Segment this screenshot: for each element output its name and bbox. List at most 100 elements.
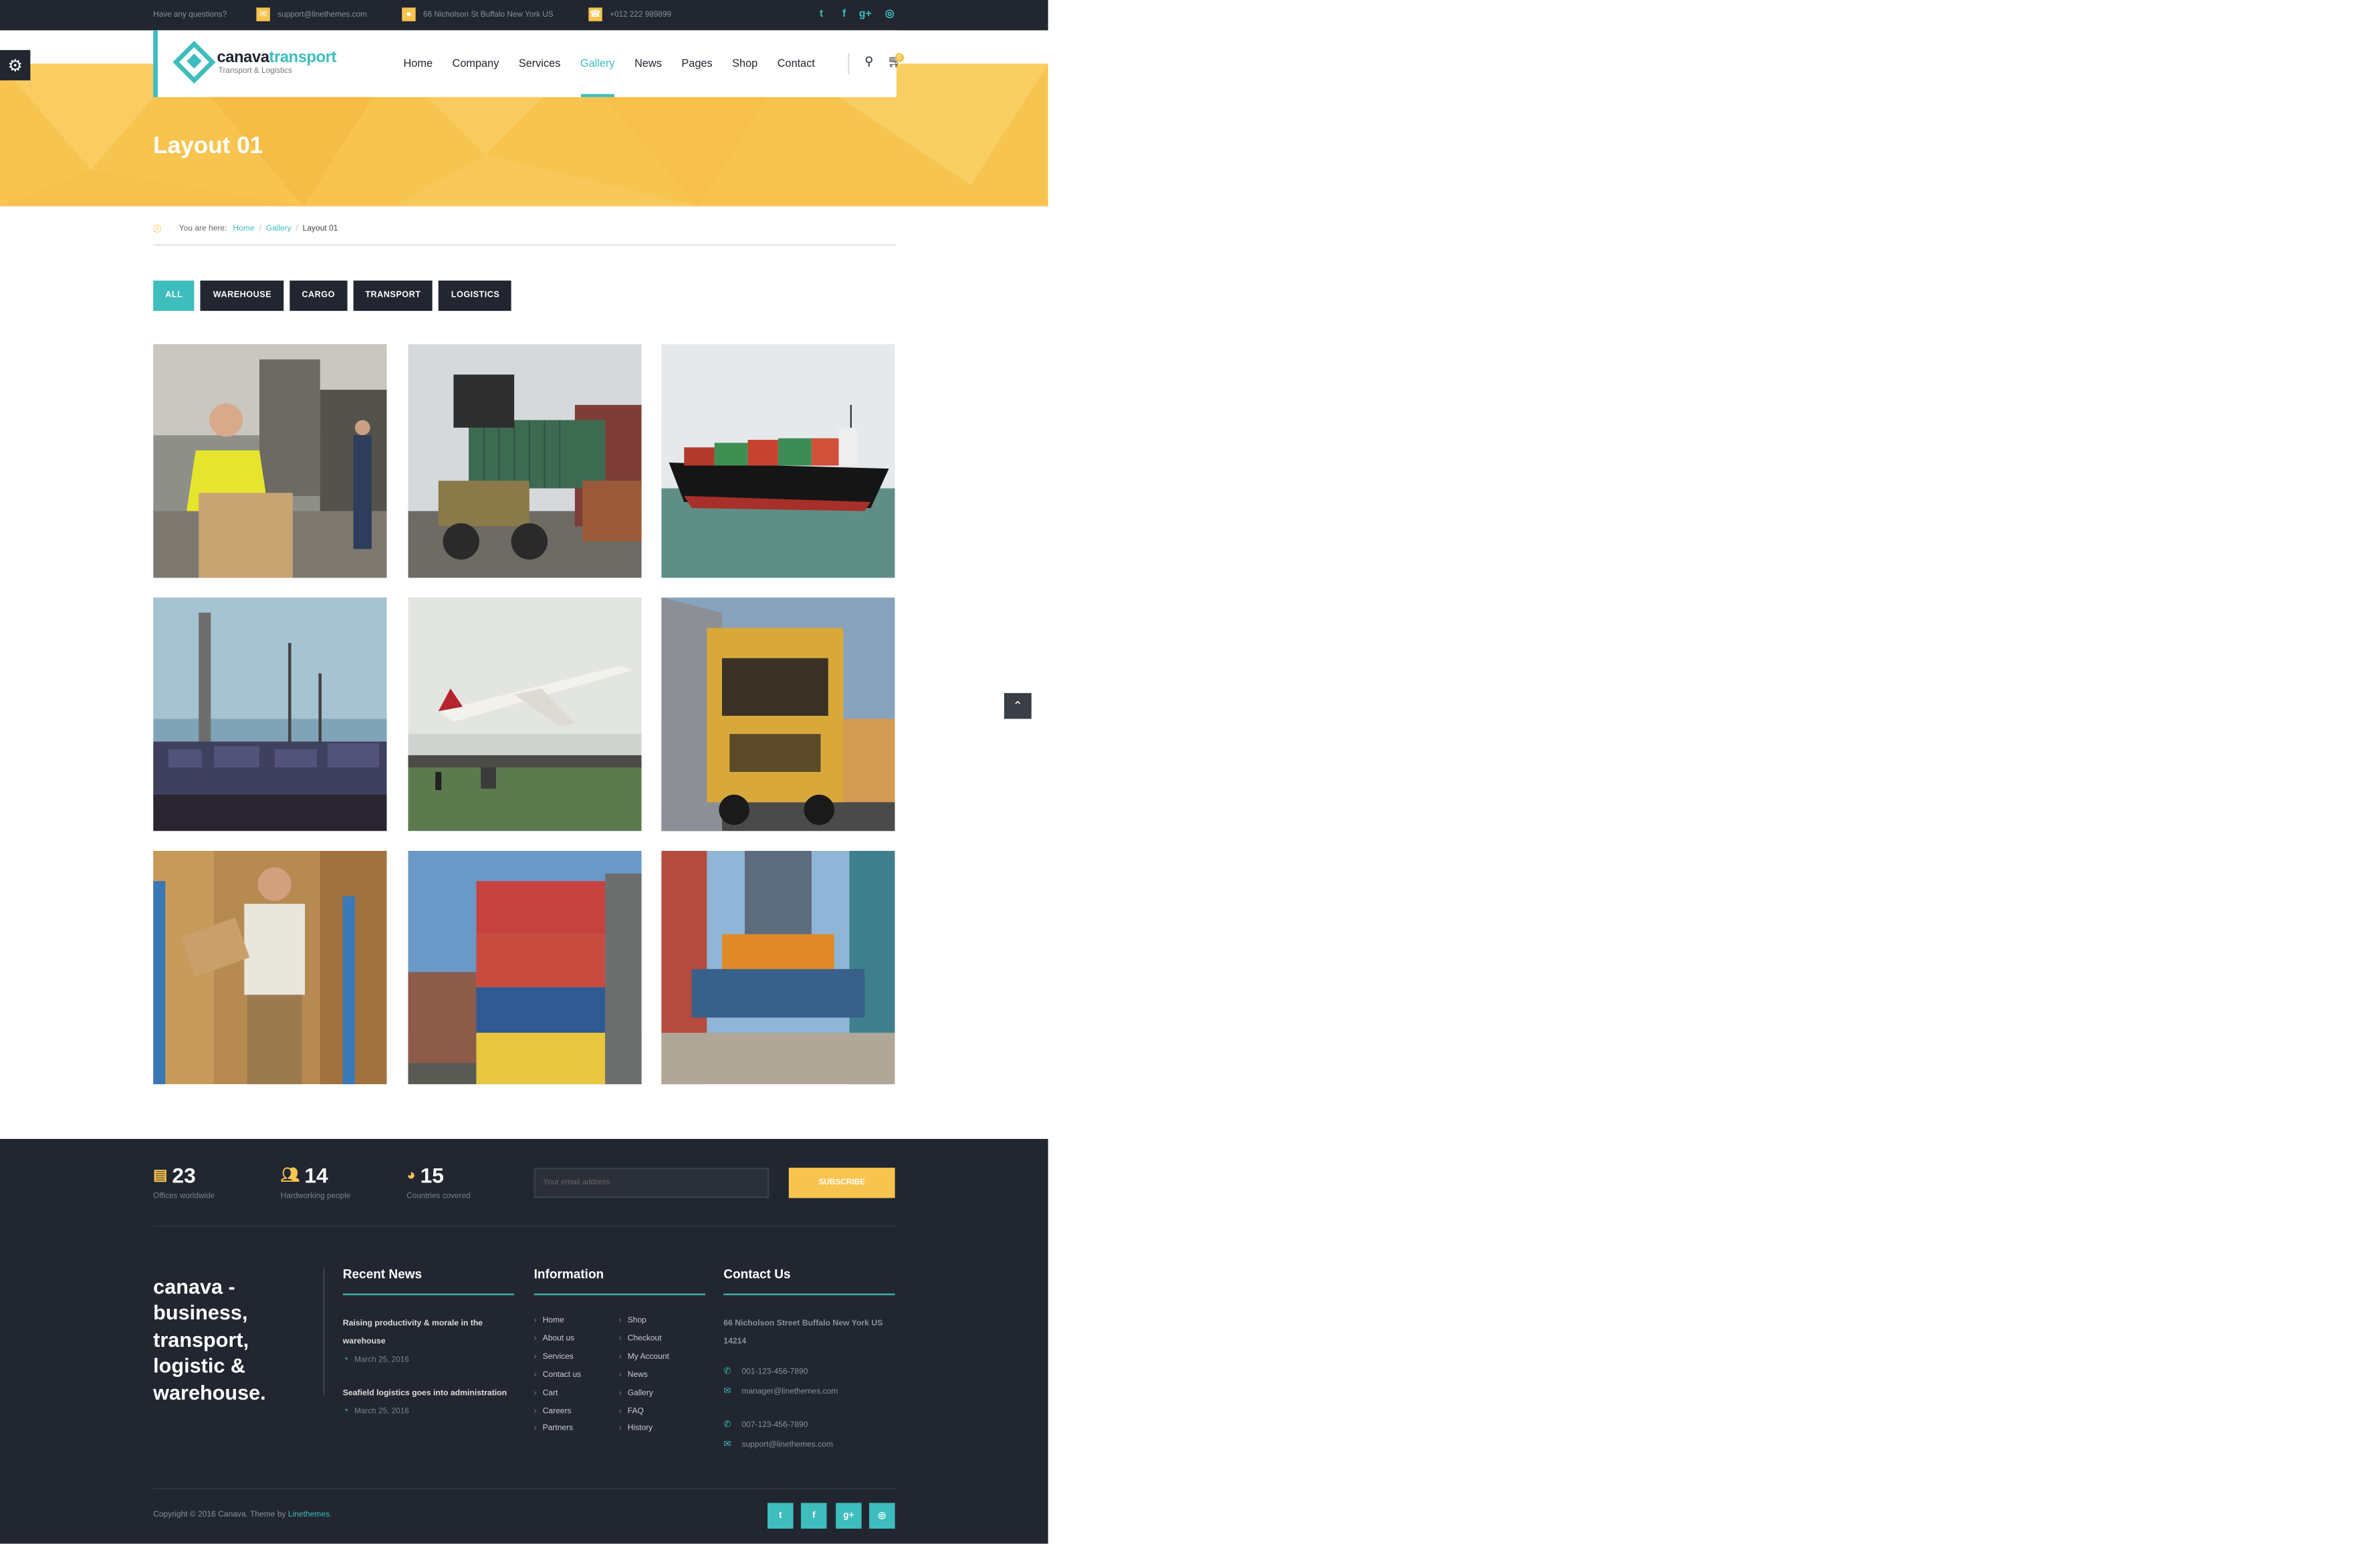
breadcrumb: ⌾ You are here: Home / Gallery / Layout … — [153, 217, 897, 246]
breadcrumb-separator: / — [259, 223, 261, 233]
contact-email[interactable]: ✉ manager@linethemes.com — [723, 1386, 895, 1397]
contact-phone: ✆ 001-123-456-7890 — [723, 1367, 808, 1378]
filter-warehouse[interactable]: WAREHOUSE — [201, 280, 284, 311]
footer-link[interactable]: › History — [619, 1422, 704, 1440]
nav-services[interactable]: Services — [519, 30, 561, 97]
stat-people: 👥︎ 14 Hardworking people — [280, 1163, 351, 1201]
topbar-question: Have any questions? — [153, 10, 227, 20]
cart-count-badge: 0 — [895, 53, 905, 63]
nav-shop[interactable]: Shop — [732, 30, 757, 97]
main-header: canavatransport Transport & Logistics Ho… — [153, 30, 905, 98]
gallery-item-stacked-containers[interactable] — [408, 850, 642, 1085]
subscribe-button[interactable]: SUBSCRIBE — [788, 1168, 895, 1198]
google-plus-icon[interactable]: g+ — [836, 1503, 862, 1529]
footer-link[interactable]: › Cart — [534, 1386, 619, 1404]
gallery-item-industrial-port[interactable] — [153, 597, 387, 831]
footer-link[interactable]: › Contact us — [534, 1368, 619, 1386]
nav-gallery[interactable]: Gallery — [580, 30, 615, 98]
info-links-col2: › Shop › Checkout › My Account › News › Galle… — [619, 1313, 704, 1440]
footer-link[interactable]: › Services — [534, 1349, 619, 1368]
topbar-email[interactable]: ✉ support@linethemes.com — [256, 7, 367, 21]
footer-vertical-divider — [323, 1267, 325, 1396]
phone-icon: ☎ — [588, 7, 602, 21]
gallery-item-container-loader[interactable] — [408, 344, 642, 578]
people-icon: 👥︎ — [280, 1166, 300, 1184]
copyright: Copyright © 2016 Canava. Theme by Lineth… — [153, 1510, 332, 1520]
gallery-item-man-with-box[interactable] — [153, 850, 387, 1085]
phone-icon: ✆ — [723, 1368, 731, 1378]
top-bar: Have any questions? ✉ support@linethemes… — [0, 0, 1048, 31]
gallery-grid — [153, 344, 897, 1085]
footer-link[interactable]: › Shop — [619, 1313, 704, 1331]
twitter-icon[interactable]: t — [814, 7, 828, 21]
contact-email[interactable]: ✉ support@linethemes.com — [723, 1439, 895, 1450]
envelope-icon: ✉ — [723, 1388, 731, 1397]
envelope-icon: ✉ — [723, 1440, 731, 1450]
filter-logistics[interactable]: LOGISTICS — [439, 280, 512, 311]
gallery-item-container-ship[interactable] — [661, 344, 895, 578]
breadcrumb-current: Layout 01 — [302, 223, 338, 233]
nav-pages[interactable]: Pages — [681, 30, 712, 97]
logo-text[interactable]: canavatransport — [217, 49, 336, 67]
gallery-item-warehouse-worker[interactable] — [153, 344, 387, 578]
footer-link[interactable]: › Partners — [534, 1422, 619, 1440]
filter-all[interactable]: ALL — [153, 280, 195, 311]
filter-cargo[interactable]: CARGO — [289, 280, 348, 311]
recent-news-column: Recent News Raising productivity & moral… — [342, 1267, 515, 1416]
footer-link[interactable]: › My Account — [619, 1349, 704, 1368]
footer-link[interactable]: › News — [619, 1368, 704, 1386]
nav-company[interactable]: Company — [453, 30, 499, 97]
search-icon[interactable]: ⚲ — [864, 55, 873, 68]
header-divider — [848, 53, 850, 75]
google-plus-icon[interactable]: g+ — [858, 7, 872, 21]
stat-offices: ▤ 23 Offices worldwide — [153, 1163, 215, 1201]
facebook-icon[interactable]: f — [837, 7, 850, 21]
footer-link[interactable]: › Home — [534, 1313, 619, 1331]
topbar-phone: ☎ +012 222 989899 — [588, 7, 671, 21]
topbar-address: ● 66 Nicholson St Buffalo New York US — [402, 7, 554, 21]
footer-link[interactable]: › Checkout — [619, 1331, 704, 1349]
map-pin-icon: ⌾ — [153, 221, 162, 236]
footer-link[interactable]: › Gallery — [619, 1386, 704, 1404]
newsletter-email-input[interactable]: Your email address — [533, 1168, 769, 1198]
logo-icon[interactable] — [172, 40, 216, 84]
gallery-filters: ALL WAREHOUSE CARGO TRANSPORT LOGISTICS — [153, 280, 517, 311]
contact-column: Contact Us 66 Nicholson Street Buffalo N… — [723, 1267, 895, 1450]
contact-address: 66 Nicholson Street Buffalo New York US … — [723, 1319, 883, 1347]
filter-transport[interactable]: TRANSPORT — [353, 280, 433, 311]
breadcrumb-label: You are here: — [178, 223, 227, 233]
page: Have any questions? ✉ support@linethemes… — [0, 0, 1048, 1544]
phone-icon: ✆ — [723, 1420, 731, 1430]
breadcrumb-home[interactable]: Home — [233, 224, 255, 233]
twitter-icon[interactable]: t — [767, 1503, 794, 1529]
footer-bottom-divider — [153, 1487, 897, 1490]
nav-news[interactable]: News — [634, 30, 662, 97]
clock-icon: ◔ — [342, 1356, 348, 1366]
theme-author-link[interactable]: Linethemes. — [288, 1511, 332, 1520]
breadcrumb-gallery[interactable]: Gallery — [266, 224, 291, 233]
info-links-col1: › Home › About us › Services › Contact us › C… — [534, 1313, 619, 1440]
dribbble-icon[interactable]: ◎ — [882, 7, 896, 21]
dribbble-icon[interactable]: ◎ — [869, 1503, 895, 1529]
news-item[interactable]: Raising productivity & morale in the war… — [343, 1315, 514, 1365]
footer-link[interactable]: › FAQ — [619, 1404, 704, 1422]
stat-countries: ◕ 15 Countries covered — [406, 1163, 471, 1201]
scroll-to-top-button[interactable]: ⌃ — [1004, 692, 1032, 719]
footer-tagline: canava - business, transport, logistic &… — [153, 1275, 266, 1404]
envelope-icon: ✉ — [256, 7, 270, 21]
contact-phone: ✆ 007-123-456-7890 — [723, 1420, 808, 1430]
gallery-item-airplane[interactable] — [408, 597, 642, 831]
facebook-icon[interactable]: f — [800, 1503, 827, 1529]
recent-news-title: Recent News — [342, 1267, 515, 1295]
gallery-item-crane-container[interactable] — [661, 850, 895, 1085]
news-item[interactable]: Seafield logistics goes into administrat… — [343, 1385, 514, 1416]
footer: ▤ 23 Offices worldwide 👥︎ 14 Hardworking p… — [0, 1138, 1048, 1544]
contact-title: Contact Us — [723, 1267, 895, 1295]
settings-gear-icon[interactable]: ⚙ — [0, 49, 31, 81]
building-icon: ▤ — [153, 1166, 168, 1184]
nav-contact[interactable]: Contact — [778, 30, 815, 97]
footer-link[interactable]: › Careers — [534, 1404, 619, 1422]
gallery-item-yellow-truck[interactable] — [661, 597, 895, 831]
footer-link[interactable]: › About us — [534, 1331, 619, 1349]
nav-home[interactable]: Home — [404, 30, 433, 97]
